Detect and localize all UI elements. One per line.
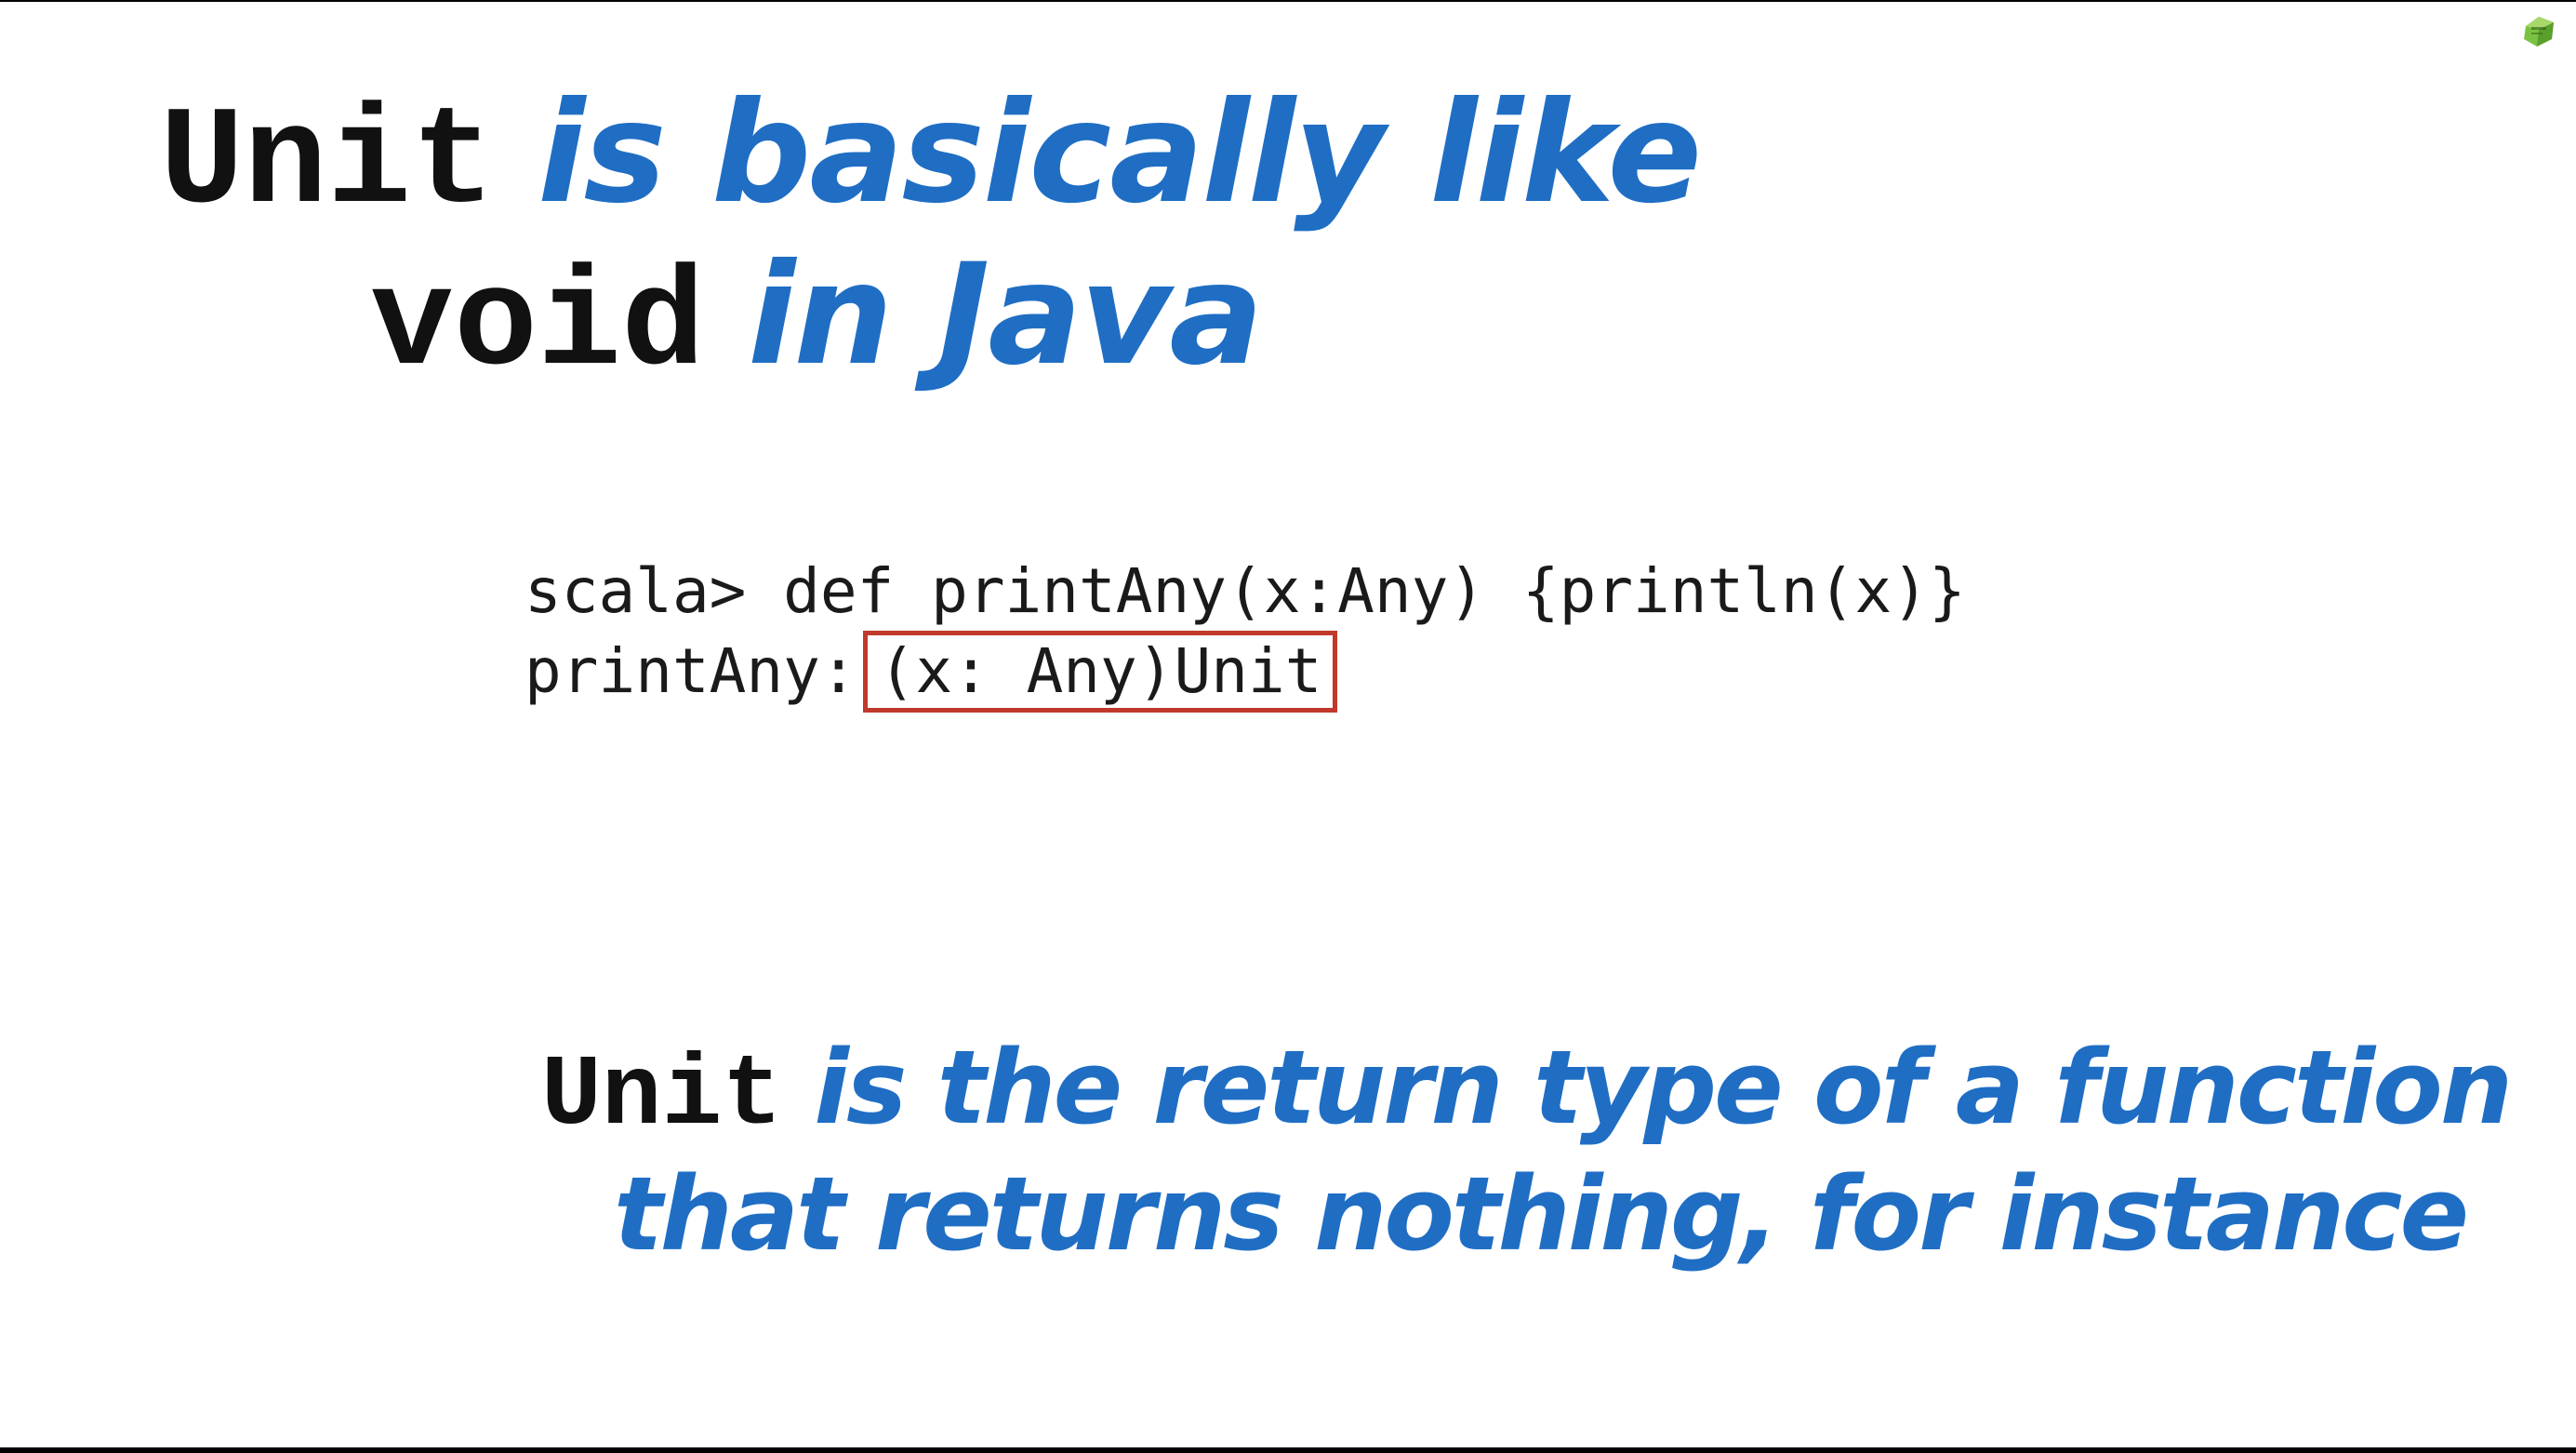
slide: Unit is basically like void in Java scala>… [0,2,2576,1447]
explanation-text-2: that returns nothing, for instance [614,1154,2469,1273]
code-line-result: printAny: (x: Any)Unit [524,631,1966,713]
title-code-void: void [370,247,706,406]
green-gem-logo-icon [2520,13,2557,50]
title-code-unit: Unit [160,86,496,244]
code-line-definition: scala> def printAny(x:Any) {println(x)} [524,555,1966,627]
explanation-line-2: that returns nothing, for instance [614,1163,2469,1265]
title-text-2: in Java [748,234,1263,396]
title-line-2: void in Java [370,246,1264,396]
code-snippet: scala> def printAny(x:Any) {println(x)} … [524,553,1966,713]
highlighted-return-type: (x: Any)Unit [862,631,1338,713]
title-text-1: is basically like [538,73,1702,234]
title-line-1: Unit is basically like [160,84,1702,234]
code-result-prefix: printAny: [524,635,857,707]
explanation-code-unit: Unit [541,1040,783,1153]
explanation-line-1: Unit is the return type of a function [541,1036,2513,1147]
explanation-text-1: is the return type of a function [814,1028,2513,1147]
